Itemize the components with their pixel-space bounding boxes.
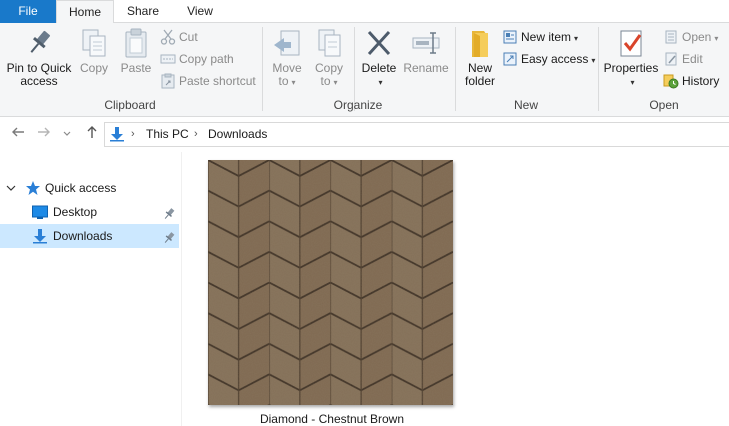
open-icon [663,29,679,45]
copy-path-icon [160,51,176,67]
paste-shortcut-button[interactable]: Paste shortcut [160,71,256,91]
recent-locations-chevron-icon[interactable] [60,125,74,145]
paste-shortcut-label: Paste shortcut [179,74,256,88]
clipboard-group-label: Clipboard [104,98,156,112]
copy-path-label: Copy path [179,52,234,66]
history-button[interactable]: History [663,71,719,91]
pin-to-quick-access-label-2: access [20,74,58,88]
edit-button[interactable]: Edit [663,49,703,69]
new-item-icon [502,29,518,45]
nav-item-label: Desktop [53,205,98,219]
move-to-button[interactable]: Move to ▾ [267,27,307,89]
paste-label: Paste [120,61,152,75]
address-bar[interactable]: › This PC › Downloads [104,122,729,147]
address-row: › This PC › Downloads [0,117,729,152]
pin-to-quick-access-button[interactable]: Pin to Quick access [2,27,76,88]
rename-label: Rename [403,61,449,75]
file-list-content: Diamond - Chestnut Brown [183,152,729,426]
ribbon: Pin to Quick access Copy Paste Cut Copy … [0,23,729,117]
new-folder-label-1: New [467,61,492,75]
new-group-label: New [513,98,538,112]
tab-home[interactable]: Home [56,0,114,24]
scissors-icon [160,29,176,45]
tab-view[interactable]: View [172,0,228,23]
paste-icon [120,27,152,59]
easy-access-icon [502,51,518,67]
edit-label: Edit [682,52,703,66]
history-label: History [682,74,720,88]
tab-share[interactable]: Share [114,0,172,23]
downloads-arrow-icon [32,228,48,244]
ribbon-tab-bar: File Home Share View [0,0,729,24]
new-folder-button[interactable]: New folder [460,27,500,88]
new-item-label: New item [521,30,572,44]
paste-button[interactable]: Paste [116,27,156,75]
properties-label: Properties [603,61,659,75]
copy-to-button[interactable]: Copy to ▾ [309,27,349,89]
pin-icon[interactable] [163,229,175,243]
history-icon [663,73,679,89]
nav-item-label: Downloads [53,229,113,243]
pin-to-quick-access-label-1: Pin to Quick [6,61,72,75]
rename-icon [410,27,442,59]
clipboard-group: Pin to Quick access Copy Paste Cut Copy … [0,23,260,117]
new-folder-label-2: folder [464,74,496,88]
up-arrow-icon[interactable] [82,125,102,145]
cut-button[interactable]: Cut [160,27,198,47]
breadcrumb-downloads[interactable]: Downloads [208,123,267,146]
quick-access-label: Quick access [45,181,117,195]
organize-group: Move to ▾ Copy to ▾ Delete ▾ Rename Orga… [263,23,453,117]
move-to-label-2: to [278,74,289,88]
open-label: Open [682,30,712,44]
properties-button[interactable]: Properties ▾ [603,27,659,89]
delete-x-icon [363,27,395,59]
navigation-pane: Quick access Desktop Downloads [0,152,182,426]
pin-icon[interactable] [163,205,175,219]
cut-label: Cut [179,30,198,44]
pin-icon [23,27,55,59]
properties-dropdown-icon: ▾ [630,78,635,87]
copy-path-button[interactable]: Copy path [160,49,234,69]
breadcrumb-this-pc[interactable]: This PC [146,123,189,146]
copy-to-label-1: Copy [314,61,343,75]
move-to-label-1: Move [272,61,302,75]
forward-arrow-icon[interactable] [34,125,54,145]
open-group-label: Open [649,98,679,112]
open-group: Properties ▾ Open ▾ Edit History Open [599,23,729,117]
easy-access-label: Easy access [521,52,589,66]
copy-icon [78,27,110,59]
easy-access-button[interactable]: Easy access ▾ [502,49,595,69]
chevron-tile-thumbnail [208,160,453,405]
downloads-arrow-icon [109,126,125,142]
copy-to-icon [313,27,345,59]
new-item-button[interactable]: New item ▾ [502,27,578,47]
copy-label: Copy [79,61,108,75]
new-folder-icon [464,27,496,59]
edit-icon [663,51,679,67]
new-group: New folder New item ▾ Easy access ▾ New [456,23,596,117]
nav-item-downloads[interactable]: Downloads [0,224,179,248]
breadcrumb-separator-icon[interactable]: › [131,123,135,146]
desktop-icon [32,204,48,220]
file-item[interactable]: Diamond - Chestnut Brown [203,158,461,426]
file-thumbnail[interactable] [208,160,453,405]
tab-file[interactable]: File [0,0,56,23]
copy-button[interactable]: Copy [76,27,112,75]
quick-access-star-icon [25,180,41,196]
copy-to-label-2: to [320,74,331,88]
delete-button[interactable]: Delete ▾ [359,27,399,89]
paste-shortcut-icon [160,73,176,89]
open-button[interactable]: Open ▾ [663,27,718,47]
back-arrow-icon[interactable] [8,125,28,145]
file-name[interactable]: Diamond - Chestnut Brown [203,412,461,426]
delete-dropdown-icon: ▾ [378,78,383,87]
delete-label: Delete [361,61,397,75]
nav-item-desktop[interactable]: Desktop [0,200,179,224]
properties-icon [615,27,647,59]
breadcrumb-separator-icon[interactable]: › [194,123,198,146]
organize-group-label: Organize [333,98,383,112]
rename-button[interactable]: Rename [401,27,451,75]
move-to-icon [271,27,303,59]
nav-quick-access[interactable]: Quick access [0,176,179,200]
